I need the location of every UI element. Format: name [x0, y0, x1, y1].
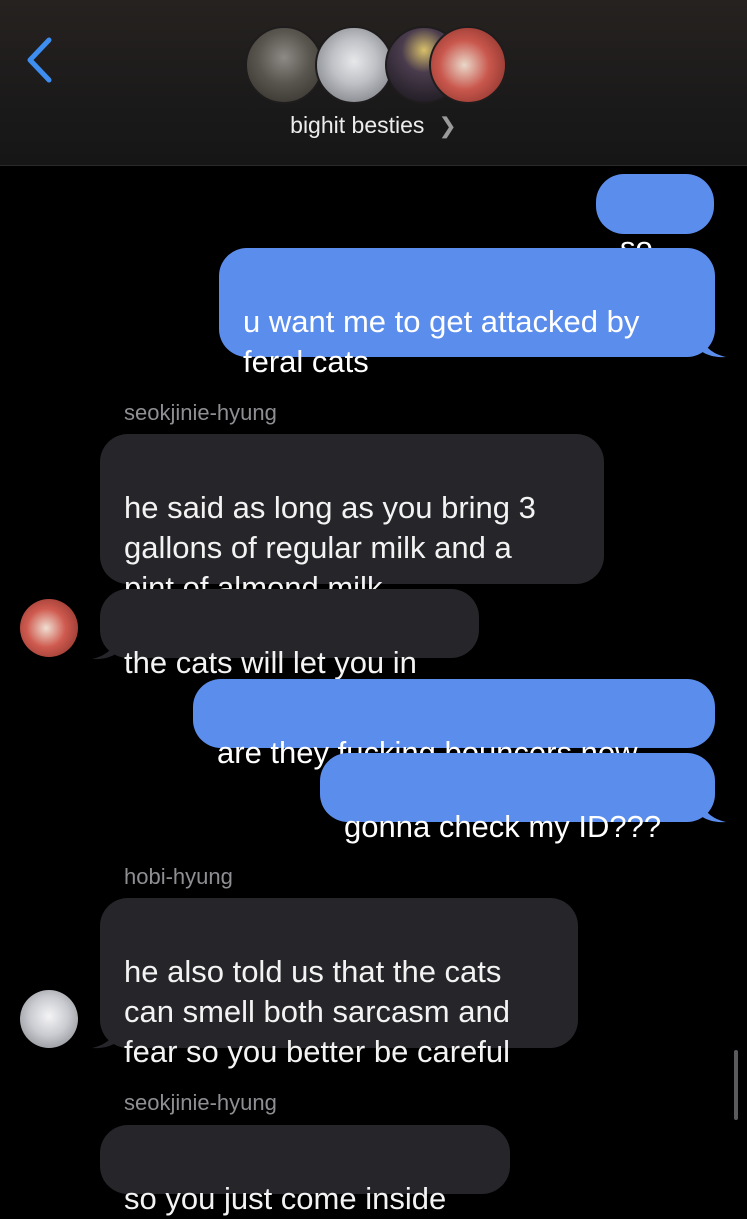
- chevron-right-icon: ❯: [438, 113, 457, 138]
- conversation-header: bighit besties ❯: [0, 0, 747, 166]
- bubble-tail: [700, 801, 726, 823]
- chevron-left-icon: [27, 37, 52, 83]
- bubble-tail: [92, 638, 118, 660]
- member-avatar: [315, 26, 393, 104]
- contact-avatar[interactable]: [20, 599, 78, 657]
- message-text: u want me to get attacked by feral cats: [243, 304, 640, 379]
- bubble-tail: [92, 1027, 118, 1049]
- received-message[interactable]: he said as long as you bring 3 gallons o…: [100, 434, 604, 605]
- bubble-tail: [700, 336, 726, 358]
- group-name: bighit besties: [290, 112, 425, 138]
- group-name-button[interactable]: bighit besties ❯: [0, 112, 747, 139]
- member-avatar: [245, 26, 323, 104]
- sent-message[interactable]: u want me to get attacked by feral cats: [219, 248, 715, 379]
- group-avatar-stack[interactable]: [245, 26, 507, 108]
- back-button[interactable]: [14, 30, 64, 90]
- member-avatar: [429, 26, 507, 104]
- sent-message[interactable]: gonna check my ID???: [320, 753, 715, 844]
- sender-name: hobi-hyung: [124, 864, 233, 889]
- message-text: he also told us that the cats can smell …: [124, 954, 511, 1069]
- received-message[interactable]: he also told us that the cats can smell …: [100, 898, 578, 1069]
- message-text: gonna check my ID???: [344, 809, 662, 844]
- message-text: the cats will let you in: [124, 645, 417, 680]
- scrollbar[interactable]: [734, 1050, 738, 1120]
- received-message[interactable]: so you just come inside: [100, 1125, 510, 1216]
- message-text: he said as long as you bring 3 gallons o…: [124, 490, 536, 605]
- received-message[interactable]: the cats will let you in: [100, 589, 479, 680]
- sent-message[interactable]: are they fucking bouncers now: [193, 679, 715, 770]
- sent-message[interactable]: so...: [596, 174, 714, 265]
- contact-avatar[interactable]: [20, 990, 78, 1048]
- sender-name: seokjinie-hyung: [124, 1090, 277, 1115]
- sender-name: seokjinie-hyung: [124, 400, 277, 425]
- message-text: so you just come inside: [124, 1181, 447, 1216]
